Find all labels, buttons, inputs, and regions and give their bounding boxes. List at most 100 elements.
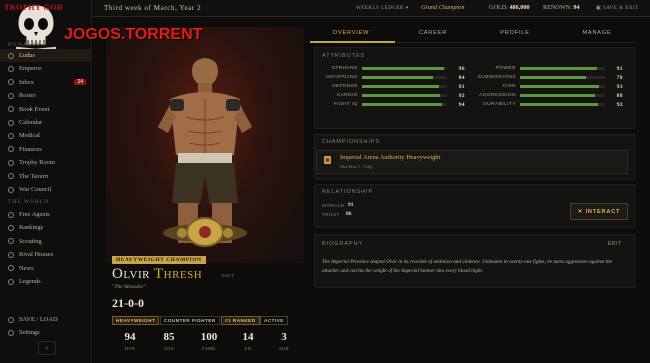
attribute-row: POWER 91 [472,64,623,73]
title-chip: HEAVYWEIGHT CHAMPION [112,256,206,264]
fighter-portrait [106,27,304,263]
attribute-bar-fill [362,103,442,106]
date-label: Third week of March, Year 2 [104,4,202,12]
sidebar-item-rival-houses[interactable]: Rival Houses [0,248,92,261]
morale-value: 91 [348,202,354,208]
attribute-value: 91 [616,65,623,72]
stat-sub-label: SUB [278,346,290,351]
sidebar-item-ludus[interactable]: Ludus [0,49,92,62]
sidebar-item-label: Settings [19,329,40,337]
sidebar-item-settings[interactable]: Settings [0,326,92,339]
interact-icon: ✕ [577,208,586,215]
attribute-value: 78 [616,74,623,81]
tab-profile[interactable]: PROFILE [474,30,556,42]
relationship-title: RELATIONSHIP [322,189,374,195]
sidebar-item-free-agents[interactable]: Free Agents [0,208,92,221]
watermark-logo-text: JOGOS.TORRENT [64,26,203,43]
sidebar-item-save-load[interactable]: SAVE / LOAD [0,313,92,326]
attribute-name: DEFENSE [332,84,358,89]
attributes-right-column: POWER 91 SUBMISSIONS 78 CHIN 93 AGGRESSION 88 DU… [472,64,623,109]
save-icon: ▣ [596,6,603,11]
sidebar-item-medical[interactable]: Medical [0,129,92,142]
mail-icon [8,79,14,86]
calendar-icon [8,119,14,126]
attributes-title: ATTRIBUTES [322,53,366,59]
stat-ko-label: KO [244,346,252,351]
logo-top-text: TROPHY GOD [4,3,64,12]
sidebar-item-label: Book Event [19,105,50,113]
attribute-value: 94 [458,101,465,108]
championship-sub: Won Year 1 · 3 def. [340,164,373,169]
stat-sub-value: 3 [281,331,287,343]
news-icon [8,265,14,272]
attribute-bar [362,76,447,79]
sidebar-item-rankings[interactable]: Rankings [0,221,92,234]
fighter-first-name: Olvir [112,266,150,282]
attribute-bar-fill [362,76,434,79]
sidebar-item-legends[interactable]: Legends [0,275,92,288]
edit-name-button[interactable]: EDIT [222,273,234,278]
gold-value: 486,000 [509,4,530,11]
sidebar-item-label: Legends [19,278,41,285]
attribute-bar-fill [520,76,587,79]
tab-manage[interactable]: MANAGE [556,30,638,42]
attribute-row: DURABILITY 92 [472,100,623,109]
championships-title: CHAMPIONSHIPS [322,139,381,145]
house-icon [8,251,14,258]
sidebar-item-trophy-room[interactable]: Trophy Room [0,156,92,169]
interact-button[interactable]: ✕ INTERACT [570,203,628,220]
attribute-row: STRIKING 96 [314,64,465,73]
sidebar-item-label: Calendar [19,119,43,126]
sidebar-item-inbox[interactable]: Inbox 24 [0,76,92,89]
sidebar-item-calendar[interactable]: Calendar [0,116,92,129]
sidebar-item-finances[interactable]: Finances [0,143,92,156]
save-exit-button[interactable]: ▣ SAVE & EXIT [596,5,639,11]
sidebar-item-the-tavern[interactable]: The Tavern [0,170,92,183]
attribute-value: 96 [458,65,465,72]
sidebar-item-roster[interactable]: Roster [0,89,92,102]
inbox-count-badge: 24 [74,79,86,86]
gear-icon [8,52,14,59]
championship-name: Imperial Arena Authority Heavyweight [340,154,441,161]
interact-label: INTERACT [585,208,621,215]
renown-label: RENOWN: [543,4,572,11]
sidebar-item-label: The Tavern [19,172,49,180]
gear-icon [8,329,14,336]
attribute-value: 93 [616,83,623,90]
sidebar-item-book-event[interactable]: Book Event [0,103,92,116]
attribute-bar-fill [520,67,598,70]
attribute-row: CHIN 93 [472,82,623,91]
sidebar-item-war-council[interactable]: War Council [0,183,92,196]
attribute-bar-fill [362,94,441,97]
tab-career[interactable]: CAREER [392,30,474,42]
tag-rank: #1 RANKED [221,316,260,325]
list-icon [8,224,14,231]
attribute-value: 88 [616,92,623,99]
users-icon [8,92,14,99]
medical-icon [8,132,14,139]
biography-edit-button[interactable]: EDIT [608,241,622,247]
tag-style: COUNTER FIGHTER [160,316,220,325]
sidebar-item-label: SAVE / LOAD [19,316,58,323]
sidebar-item-label: Ludus [19,52,35,59]
attribute-value: 92 [616,101,623,108]
sidebar-item-scouting[interactable]: Scouting [0,235,92,248]
attribute-row: CARDIO 92 [314,91,465,100]
stat-cha-label: CHA [163,346,175,351]
weekly-ledger-dropdown[interactable]: WEEKLY LEDGER ▾ [356,5,409,11]
renown-display: RENOWN: 94 [543,4,580,11]
stat-cha-value: 85 [163,331,175,343]
eye-icon [8,238,14,245]
attribute-bar [362,85,447,88]
attribute-bar-fill [520,94,595,97]
sidebar-item-emperor[interactable]: Emperor [0,62,92,75]
collapse-sidebar-button[interactable]: ‹ [38,341,56,355]
trust-label: TRUST [322,212,340,217]
attribute-bar [362,67,447,70]
user-plus-icon [8,211,14,218]
attribute-name: FIGHT IQ [333,102,358,107]
sidebar-item-news[interactable]: News [0,262,92,275]
sidebar-section-world: THE WORLD [8,199,50,205]
tag-status: ACTIVE [260,316,288,325]
fighter-nickname: "The Matador" [112,284,147,290]
